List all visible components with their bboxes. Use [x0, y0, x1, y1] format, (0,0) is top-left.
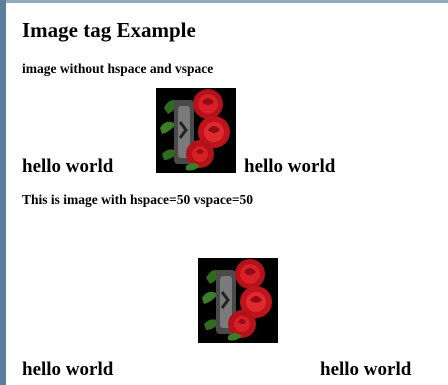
window-frame-left — [0, 0, 6, 385]
rose-icon — [198, 258, 278, 343]
page-title: Image tag Example — [22, 18, 196, 42]
rose-icon — [156, 88, 236, 173]
page-content: Image tag Example image without hspace a… — [22, 0, 448, 385]
flower-image-spaced — [198, 258, 278, 343]
flower-image — [156, 88, 236, 173]
hello-text-left-2: hello world — [22, 359, 114, 380]
hello-text-right: hello world — [244, 156, 336, 177]
hello-text-left: hello world — [22, 156, 114, 177]
section-heading-with-spacing: This is image with hspace=50 vspace=50 — [22, 192, 254, 207]
hello-text-right-2: hello world — [320, 359, 412, 380]
section-heading-no-spacing: image without hspace and vspace — [22, 61, 214, 76]
